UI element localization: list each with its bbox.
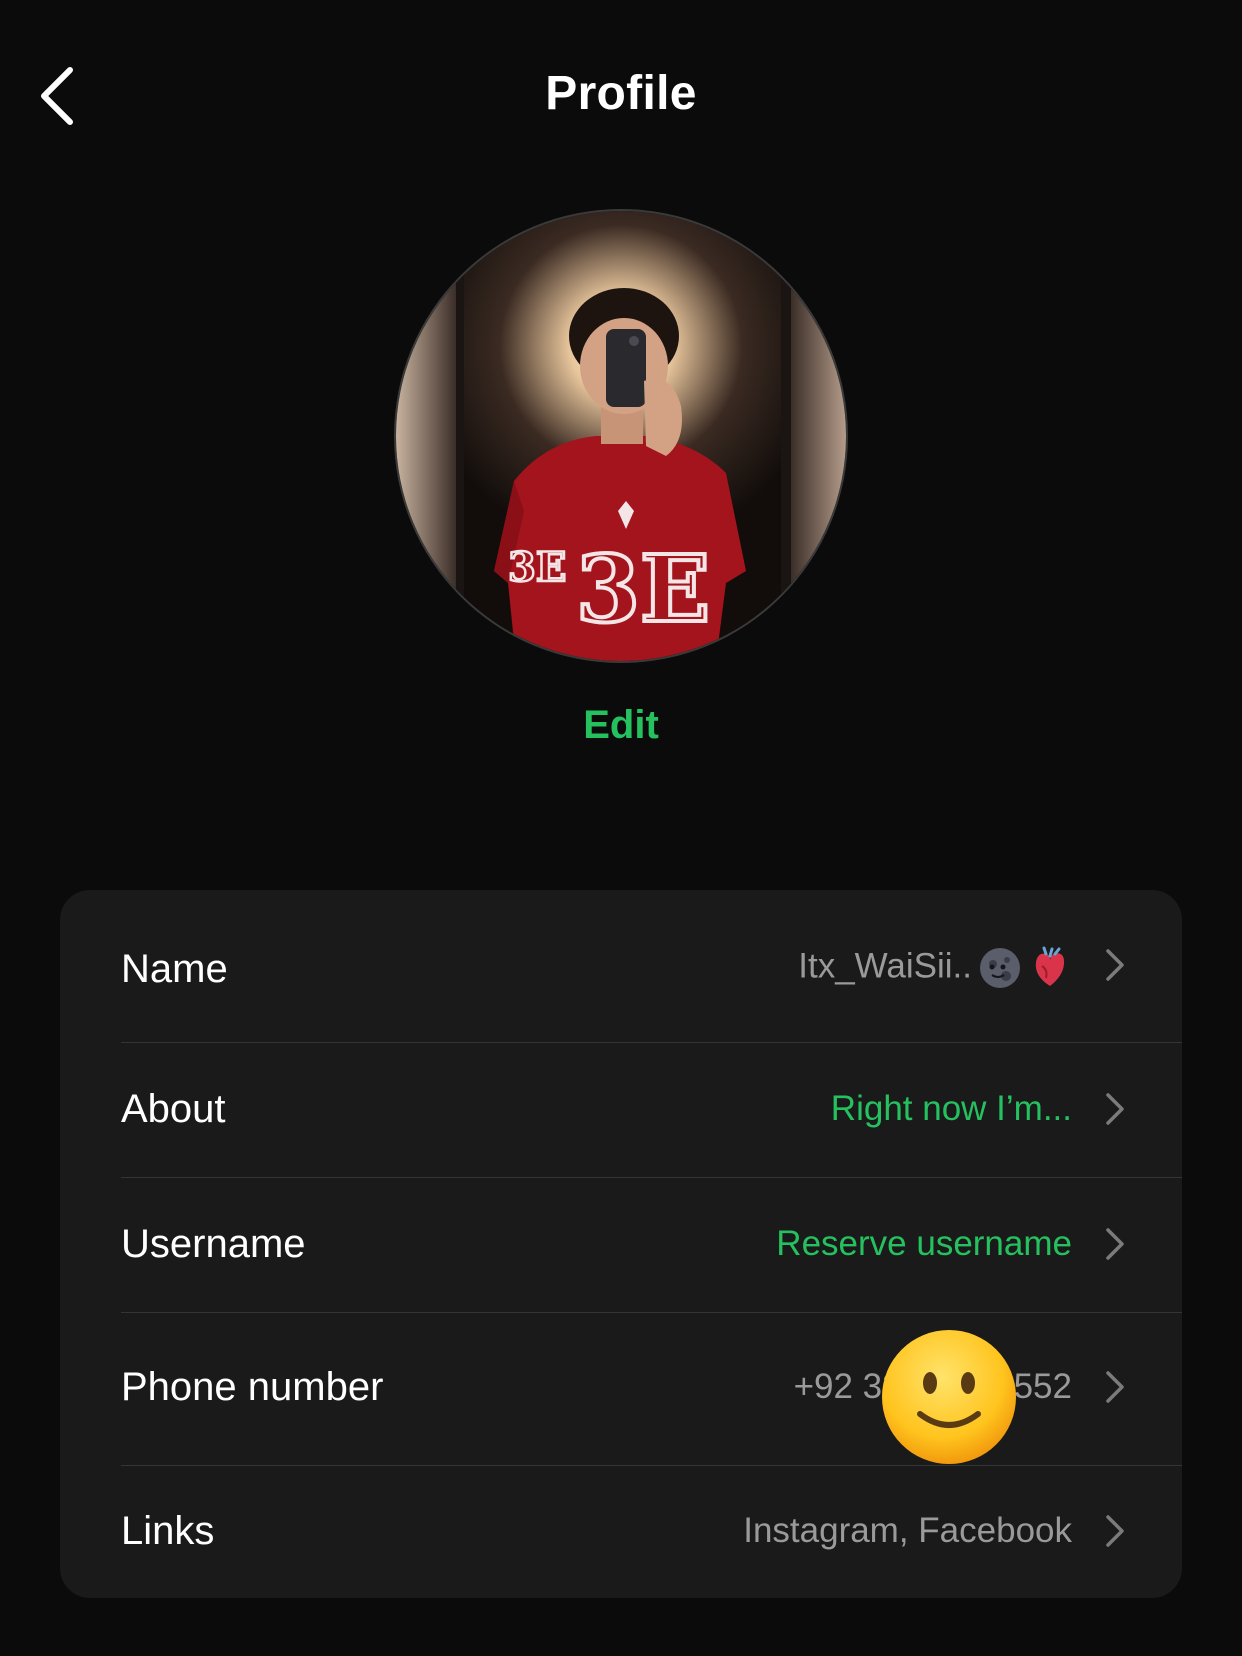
anatomical-heart-icon xyxy=(1028,946,1072,990)
links-label: Links xyxy=(121,1509,215,1553)
profile-photo-image: 3E 3E xyxy=(396,211,846,661)
chevron-right-icon xyxy=(1104,1513,1126,1549)
profile-photo[interactable]: 3E 3E xyxy=(396,211,846,661)
edit-photo-button[interactable]: Edit xyxy=(0,703,1242,748)
username-label: Username xyxy=(121,1222,306,1266)
svg-text:3E: 3E xyxy=(508,544,566,591)
phone-number-label: Phone number xyxy=(121,1365,384,1409)
page-title: Profile xyxy=(545,67,697,120)
svg-text:3E: 3E xyxy=(576,535,710,643)
about-row[interactable]: About Right now I’m... xyxy=(60,1043,1182,1177)
name-value: Itx_WaiSii.. xyxy=(798,946,1072,990)
top-bar: Profile xyxy=(0,0,1242,200)
name-row[interactable]: Name Itx_WaiSii.. xyxy=(60,890,1182,1042)
phone-number-end: 552 xyxy=(1013,1367,1072,1406)
new-moon-face-icon xyxy=(978,946,1022,990)
name-value-text: Itx_WaiSii.. xyxy=(798,946,972,986)
profile-settings-card: Name Itx_WaiSii.. About Right now I’m...… xyxy=(60,890,1182,1598)
chevron-right-icon xyxy=(1104,1226,1126,1262)
username-value: Reserve username xyxy=(776,1224,1072,1263)
username-row[interactable]: Username Reserve username xyxy=(60,1178,1182,1312)
chevron-right-icon xyxy=(1104,1091,1126,1127)
chevron-right-icon xyxy=(1104,1369,1126,1405)
links-value: Instagram, Facebook xyxy=(743,1511,1072,1550)
about-label: About xyxy=(121,1087,226,1131)
slightly-smiling-face-icon xyxy=(880,1328,1018,1466)
links-row[interactable]: Links Instagram, Facebook xyxy=(60,1466,1182,1598)
name-label: Name xyxy=(121,947,228,991)
about-value: Right now I’m... xyxy=(830,1089,1072,1128)
chevron-right-icon xyxy=(1104,947,1126,983)
